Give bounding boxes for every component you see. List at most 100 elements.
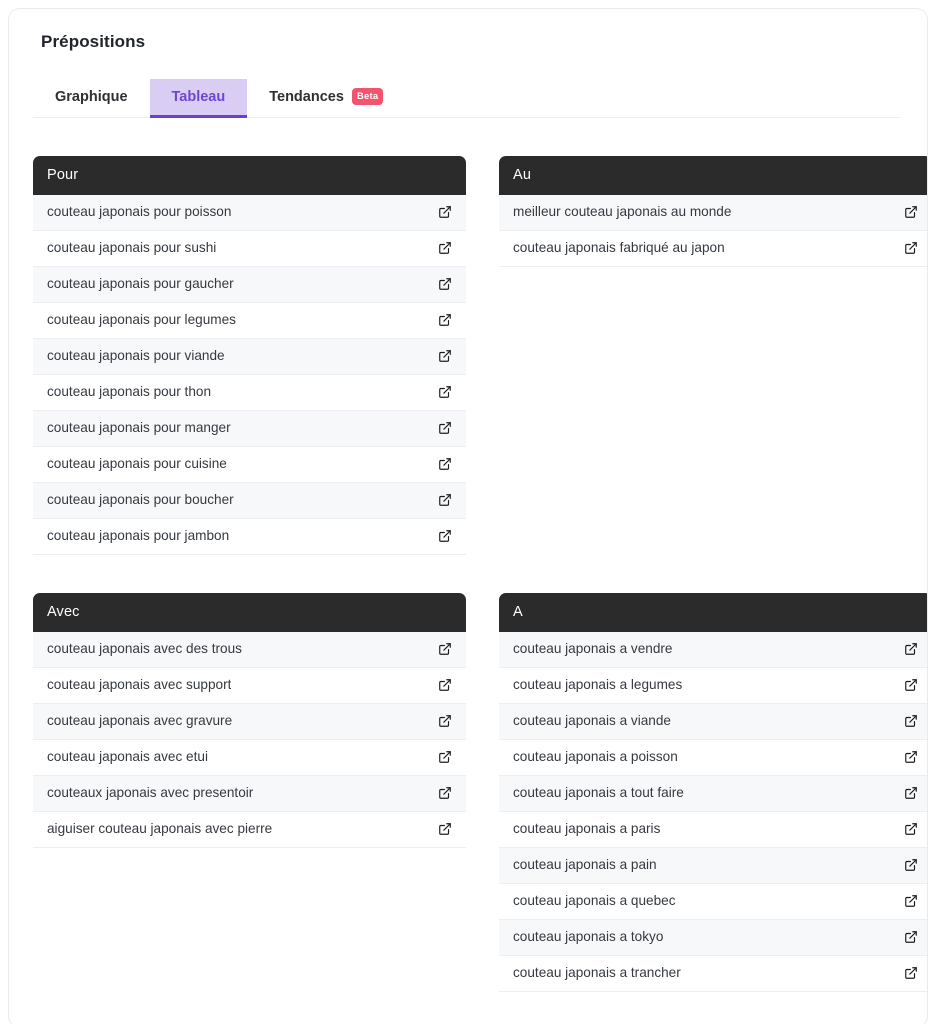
table-row[interactable]: couteau japonais a trancher <box>499 955 927 992</box>
external-link-icon[interactable] <box>438 457 452 471</box>
table-body: meilleur couteau japonais au monde coutea… <box>499 195 927 267</box>
table-row[interactable]: couteau japonais a pain <box>499 847 927 884</box>
table-row[interactable]: couteau japonais a vendre <box>499 631 927 668</box>
beta-badge: Beta <box>351 88 384 105</box>
keyword-label: couteau japonais a tout faire <box>513 784 684 800</box>
keyword-label: aiguiser couteau japonais avec pierre <box>47 820 273 836</box>
table-row[interactable]: couteau japonais a tout faire <box>499 775 927 812</box>
keyword-label: couteau japonais pour poisson <box>47 204 232 219</box>
table-row[interactable]: couteau japonais pour gaucher <box>33 266 466 303</box>
tables-grid: Pour couteau japonais pour poisson couteau… <box>33 156 927 992</box>
external-link-icon[interactable] <box>904 714 918 728</box>
keyword-label: couteau japonais a vendre <box>513 640 673 656</box>
tab-graphique[interactable]: Graphique <box>33 79 150 117</box>
keyword-label: couteaux japonais avec presentoir <box>47 784 254 800</box>
table-row[interactable]: couteau japonais a viande <box>499 703 927 740</box>
external-link-icon[interactable] <box>904 822 918 836</box>
external-link-icon[interactable] <box>438 313 452 327</box>
table-header: A <box>499 592 927 632</box>
external-link-icon[interactable] <box>438 277 452 291</box>
keyword-label: couteau japonais avec etui <box>47 748 208 764</box>
table-row[interactable]: couteau japonais avec des trous <box>33 631 466 668</box>
table-row[interactable]: couteau japonais fabriqué au japon <box>499 230 927 267</box>
table-row[interactable]: couteau japonais avec etui <box>33 739 466 776</box>
table-row[interactable]: couteau japonais pour sushi <box>33 230 466 267</box>
external-link-icon[interactable] <box>904 205 918 219</box>
table-pour: Pour couteau japonais pour poisson couteau… <box>33 156 466 555</box>
keyword-label: couteau japonais pour cuisine <box>47 455 227 471</box>
table-row[interactable]: couteau japonais a paris <box>499 811 927 848</box>
keyword-label: couteau japonais fabriqué au japon <box>513 239 725 255</box>
external-link-icon[interactable] <box>904 241 918 255</box>
table-row[interactable]: couteau japonais avec gravure <box>33 703 466 740</box>
external-link-icon[interactable] <box>438 714 452 728</box>
external-link-icon[interactable] <box>438 786 452 800</box>
keyword-label: couteau japonais pour manger <box>47 419 231 435</box>
page-title: Prépositions <box>41 32 146 51</box>
tab-tableau[interactable]: Tableau <box>149 79 248 118</box>
external-link-icon[interactable] <box>438 750 452 764</box>
external-link-icon[interactable] <box>904 642 918 656</box>
external-link-icon[interactable] <box>438 529 452 543</box>
keyword-label: couteau japonais a legumes <box>513 676 683 692</box>
table-row[interactable]: couteau japonais a quebec <box>499 883 927 920</box>
tab-label: Graphique <box>55 89 128 106</box>
table-row[interactable]: couteau japonais avec support <box>33 667 466 704</box>
tab-bar: Graphique Tableau Tendances Beta <box>33 78 901 118</box>
table-row[interactable]: couteau japonais a legumes <box>499 667 927 704</box>
external-link-icon[interactable] <box>438 385 452 399</box>
external-link-icon[interactable] <box>904 786 918 800</box>
table-row[interactable]: couteau japonais a tokyo <box>499 919 927 956</box>
external-link-icon[interactable] <box>438 349 452 363</box>
external-link-icon[interactable] <box>438 678 452 692</box>
table-row[interactable]: couteau japonais pour poisson <box>33 195 466 231</box>
external-link-icon[interactable] <box>904 930 918 944</box>
table-row[interactable]: couteau japonais pour legumes <box>33 302 466 339</box>
external-link-icon[interactable] <box>438 205 452 219</box>
table-row[interactable]: meilleur couteau japonais au monde <box>499 195 927 231</box>
table-row[interactable]: couteau japonais a poisson <box>499 739 927 776</box>
keyword-label: couteau japonais a viande <box>513 712 671 728</box>
external-link-icon[interactable] <box>438 421 452 435</box>
table-row[interactable]: couteaux japonais avec presentoir <box>33 775 466 812</box>
keyword-label: couteau japonais a poisson <box>513 748 678 764</box>
keyword-label: couteau japonais a quebec <box>513 892 676 908</box>
external-link-icon[interactable] <box>438 642 452 656</box>
table-row[interactable]: couteau japonais pour manger <box>33 410 466 447</box>
table-header: Avec <box>33 592 466 632</box>
page-root: Prépositions Graphique Tableau Tendances Be… <box>0 0 942 1024</box>
table-row[interactable]: couteau japonais pour jambon <box>33 518 466 555</box>
keyword-label: couteau japonais pour gaucher <box>47 275 234 291</box>
table-avec: Avec couteau japonais avec des trous coute… <box>33 592 466 992</box>
prepositions-card: Prépositions Graphique Tableau Tendances Be… <box>8 8 928 1024</box>
keyword-label: couteau japonais pour sushi <box>47 239 217 255</box>
keyword-label: couteau japonais avec gravure <box>47 712 233 728</box>
table-row[interactable]: couteau japonais pour cuisine <box>33 446 466 483</box>
external-link-icon[interactable] <box>438 493 452 507</box>
keyword-label: couteau japonais a tokyo <box>513 928 664 944</box>
external-link-icon[interactable] <box>904 894 918 908</box>
table-row[interactable]: couteau japonais pour thon <box>33 374 466 411</box>
table-body: couteau japonais pour poisson couteau jap… <box>33 195 466 555</box>
external-link-icon[interactable] <box>904 750 918 764</box>
table-header: Au <box>499 156 927 195</box>
table-row[interactable]: aiguiser couteau japonais avec pierre <box>33 811 466 848</box>
keyword-label: couteau japonais pour viande <box>47 347 225 363</box>
external-link-icon[interactable] <box>904 966 918 980</box>
tab-label: Tendances <box>269 89 344 106</box>
keyword-label: couteau japonais pour thon <box>47 383 212 399</box>
table-row[interactable]: couteau japonais pour boucher <box>33 482 466 519</box>
tab-label: Tableau <box>171 89 226 106</box>
external-link-icon[interactable] <box>904 858 918 872</box>
external-link-icon[interactable] <box>438 241 452 255</box>
keyword-label: meilleur couteau japonais au monde <box>513 204 732 219</box>
external-link-icon[interactable] <box>438 822 452 836</box>
table-au: Au meilleur couteau japonais au monde cout… <box>499 156 927 555</box>
external-link-icon[interactable] <box>904 678 918 692</box>
table-body: couteau japonais a vendre couteau japonai… <box>499 631 927 992</box>
tab-tendances[interactable]: Tendances Beta <box>247 79 405 117</box>
table-row[interactable]: couteau japonais pour viande <box>33 338 466 375</box>
keyword-label: couteau japonais avec des trous <box>47 640 242 656</box>
keyword-label: couteau japonais pour boucher <box>47 491 234 507</box>
keyword-label: couteau japonais a pain <box>513 856 657 872</box>
